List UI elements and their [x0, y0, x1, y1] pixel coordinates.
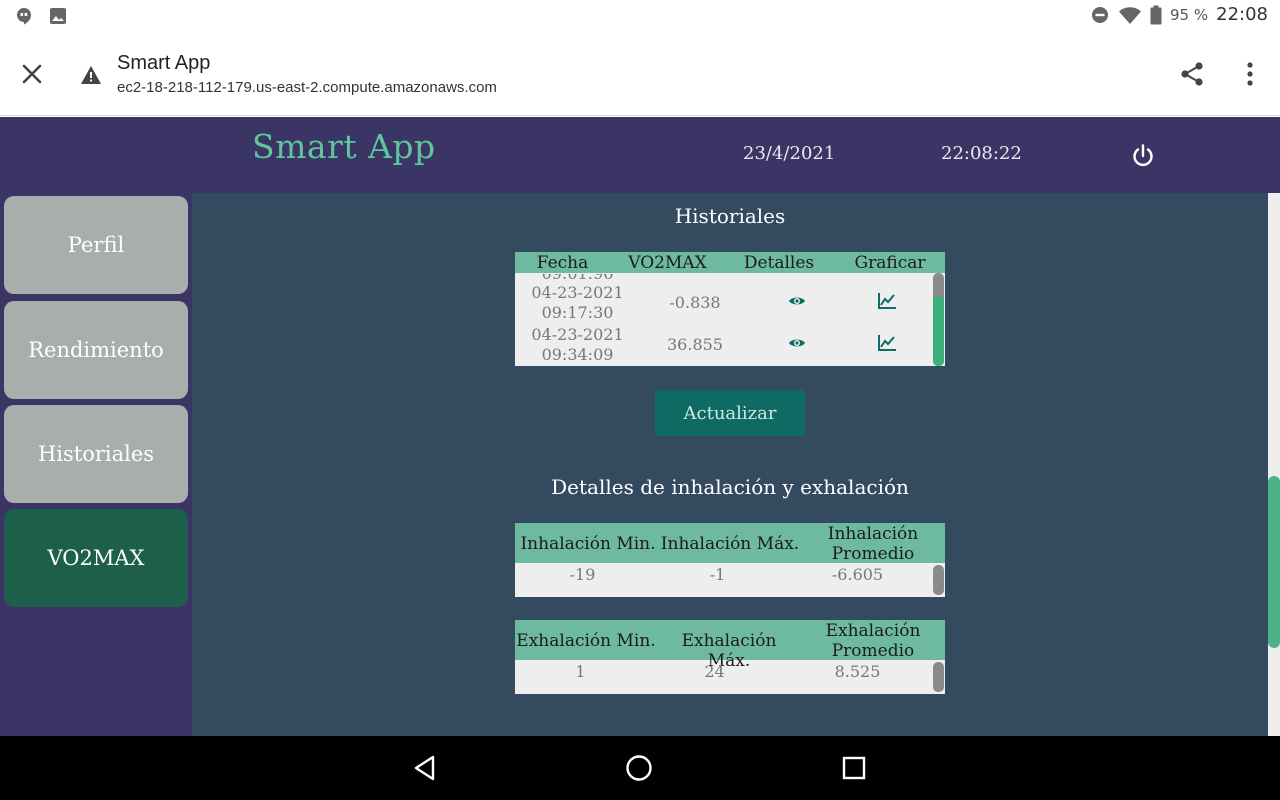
back-icon[interactable] — [411, 754, 439, 782]
sidebar-item-rendimiento[interactable]: Rendimiento — [4, 301, 188, 399]
home-icon[interactable] — [625, 754, 653, 782]
inhalacion-max-value: -1 — [709, 565, 726, 584]
inhalacion-prom-value: -6.605 — [831, 565, 884, 584]
col-inhalacion-max: Inhalación Máx. — [660, 534, 800, 554]
photo-icon — [50, 8, 66, 24]
exhalacion-table: Exhalación Min. Exhalación Máx. Exhalaci… — [515, 620, 945, 694]
inhalacion-scrollbar[interactable] — [933, 565, 944, 595]
app-header: Smart App 23/4/2021 22:08:22 — [0, 117, 1280, 193]
row-2-vo2max: 36.855 — [667, 335, 723, 354]
more-vert-icon[interactable] — [1240, 60, 1260, 88]
header-time: 22:08:22 — [941, 143, 1022, 164]
inhalacion-header: Inhalación Min. Inhalación Máx. Inhalaci… — [515, 523, 945, 564]
detalles-title: Detalles de inhalación y exhalación — [551, 475, 909, 499]
page-scrollbar-thumb[interactable] — [1268, 476, 1280, 648]
exhalacion-header: Exhalación Min. Exhalación Máx. Exhalaci… — [515, 620, 945, 671]
col-exhalacion-prom-1: Exhalación — [825, 621, 921, 641]
header-date: 23/4/2021 — [743, 143, 836, 164]
col-graficar: Graficar — [854, 253, 926, 273]
sidebar: Perfil Rendimiento Historiales VO2MAX — [0, 193, 192, 736]
table-scrollbar-thumb[interactable] — [933, 296, 944, 366]
recents-icon[interactable] — [840, 754, 868, 782]
col-detalles: Detalles — [743, 253, 815, 273]
share-icon[interactable] — [1178, 60, 1206, 88]
chart-line-icon[interactable] — [877, 292, 897, 310]
exhalacion-max-value: 24 — [704, 662, 725, 681]
page-url[interactable]: ec2-18-218-112-179.us-east-2.compute.ama… — [117, 79, 497, 96]
status-time: 22:08 — [1216, 4, 1268, 25]
inhalacion-table: Inhalación Min. Inhalación Máx. Inhalaci… — [515, 523, 945, 597]
page-title: Smart App — [117, 52, 211, 74]
row-1-time: 09:17:30 — [541, 303, 614, 322]
sidebar-item-historiales[interactable]: Historiales — [4, 405, 188, 503]
row-2-date: 04-23-2021 — [531, 325, 624, 344]
system-nav-bar — [0, 736, 1280, 800]
col-inhalacion-prom-2: Promedio — [831, 544, 915, 564]
page-scrollbar[interactable] — [1268, 193, 1280, 736]
col-exhalacion-prom-2: Promedio — [831, 641, 915, 661]
exhalacion-prom-value: 8.525 — [834, 662, 881, 681]
row-1-vo2max: -0.838 — [669, 293, 721, 312]
col-inhalacion-min: Inhalación Min. — [520, 534, 656, 554]
exhalacion-scrollbar[interactable] — [933, 662, 944, 692]
status-bar: 95 % 22:08 — [0, 0, 1280, 32]
sidebar-item-vo2max[interactable]: VO2MAX — [4, 509, 188, 607]
warning-icon[interactable] — [80, 64, 102, 86]
main-content: Historiales Fecha VO2MAX Detalles Grafic… — [192, 193, 1268, 736]
battery-percent: 95 % — [1170, 5, 1209, 24]
row-1-date: 04-23-2021 — [531, 283, 624, 302]
historiales-title: Historiales — [674, 204, 786, 228]
wifi-icon — [1119, 6, 1142, 24]
row-2-time: 09:34:09 — [541, 345, 614, 364]
update-button[interactable]: Actualizar — [655, 390, 805, 436]
col-vo2max: VO2MAX — [628, 253, 707, 273]
browser-toolbar: Smart App ec2-18-218-112-179.us-east-2.c… — [0, 32, 1280, 116]
col-exhalacion-min: Exhalación Min. — [516, 631, 656, 651]
dnd-icon — [1092, 6, 1109, 23]
col-inhalacion-prom-1: Inhalación — [827, 524, 919, 544]
table-header: Fecha VO2MAX Detalles Graficar — [515, 252, 945, 273]
close-icon[interactable] — [18, 60, 46, 88]
eye-icon[interactable] — [788, 337, 806, 349]
power-icon[interactable] — [1130, 143, 1156, 169]
col-fecha: Fecha — [536, 253, 589, 273]
inhalacion-min-value: -19 — [569, 565, 596, 584]
chart-line-icon[interactable] — [877, 334, 897, 352]
historiales-table: Fecha VO2MAX Detalles Graficar 09:01:96 … — [515, 252, 945, 366]
hangouts-icon — [17, 8, 31, 25]
battery-icon — [1150, 5, 1162, 24]
eye-icon[interactable] — [788, 295, 806, 307]
sidebar-item-perfil[interactable]: Perfil — [4, 196, 188, 294]
exhalacion-min-value: 1 — [575, 662, 586, 681]
app-title: Smart App — [252, 127, 436, 166]
